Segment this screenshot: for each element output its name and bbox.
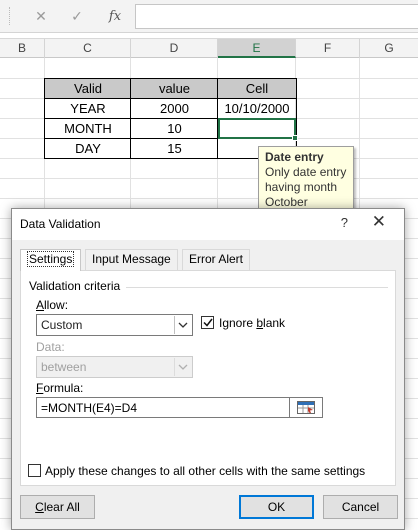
tab-input-message[interactable]: Input Message [85,249,178,270]
table-cell[interactable]: YEAR [45,99,131,119]
dialog-title: Data Validation [20,217,101,231]
cancel-icon[interactable]: ✕ [30,7,52,25]
checkmark-icon [202,318,213,327]
ignore-blank-label[interactable]: Ignore blank [219,316,285,330]
table-header-value[interactable]: value [131,79,218,99]
dialog-titlebar[interactable]: Data Validation ? ✕ [12,209,404,240]
range-selector-icon[interactable] [289,397,323,418]
tab-settings-label: Settings [27,251,75,267]
column-header-g[interactable]: G [360,39,418,58]
enter-icon[interactable]: ✓ [66,7,88,25]
apply-all-checkbox[interactable] [28,464,41,477]
column-header-row: B C D E F G [0,38,418,58]
insert-function-button[interactable]: fx [104,7,126,25]
table-border [130,78,131,159]
formula-field: =MONTH(E4)=D4 [36,397,323,418]
table-border [44,98,297,99]
input-message-tooltip: Date entry Only date entry having month … [258,146,354,210]
column-header-e[interactable]: E [218,39,296,58]
data-label: Data: [36,340,65,354]
allow-select[interactable]: Custom [36,314,193,336]
validation-criteria-label: Validation criteria [29,279,121,293]
chevron-down-icon [174,358,191,376]
table-cell[interactable]: 2000 [131,99,218,119]
data-validation-dialog: Data Validation ? ✕ Settings Input Messa… [11,208,405,530]
table-header-cell[interactable]: Cell [218,79,296,99]
allow-value: Custom [41,318,83,332]
fx-icon: fx [108,8,122,24]
clear-all-button[interactable]: Clear All [20,495,95,519]
chevron-down-icon[interactable] [174,316,191,334]
column-header-b[interactable]: B [0,39,45,58]
formula-input-box[interactable]: =MONTH(E4)=D4 [36,397,289,418]
column-header-c[interactable]: C [45,39,131,58]
column-header-d[interactable]: D [131,39,218,58]
table-cell[interactable]: DAY [45,139,131,159]
formula-bar: ✕ ✓ fx [0,0,418,33]
allow-label: Allow: [36,298,69,312]
table-cell[interactable]: 10 [131,119,218,139]
table-cell[interactable]: MONTH [45,119,131,139]
data-select: between [36,356,193,378]
table-cell[interactable]: 10/10/2000 [218,99,296,119]
formula-label: Formula: [36,381,84,395]
ok-button[interactable]: OK [239,495,314,519]
settings-panel: Validation criteria [20,270,396,486]
apply-all-label[interactable]: Apply these changes to all other cells w… [45,464,365,478]
ignore-blank-checkbox[interactable] [201,316,214,329]
table-cell[interactable]: 15 [131,139,218,159]
input-message-title: Date entry [265,150,324,164]
help-button[interactable]: ? [341,215,348,230]
active-cell-e4[interactable] [218,118,296,139]
cancel-button[interactable]: Cancel [323,495,398,519]
fill-handle[interactable] [292,135,298,141]
input-message-body: Only date entry having month October [265,165,347,209]
tab-error-alert[interactable]: Error Alert [182,249,251,270]
close-icon[interactable]: ✕ [372,212,386,232]
column-header-f[interactable]: F [296,39,360,58]
data-value: between [41,360,87,374]
formula-bar-grip [9,7,11,25]
formula-input[interactable] [135,4,418,29]
table-header-valid[interactable]: Valid [45,79,131,99]
tab-settings[interactable]: Settings [20,249,82,271]
group-divider [126,287,388,288]
